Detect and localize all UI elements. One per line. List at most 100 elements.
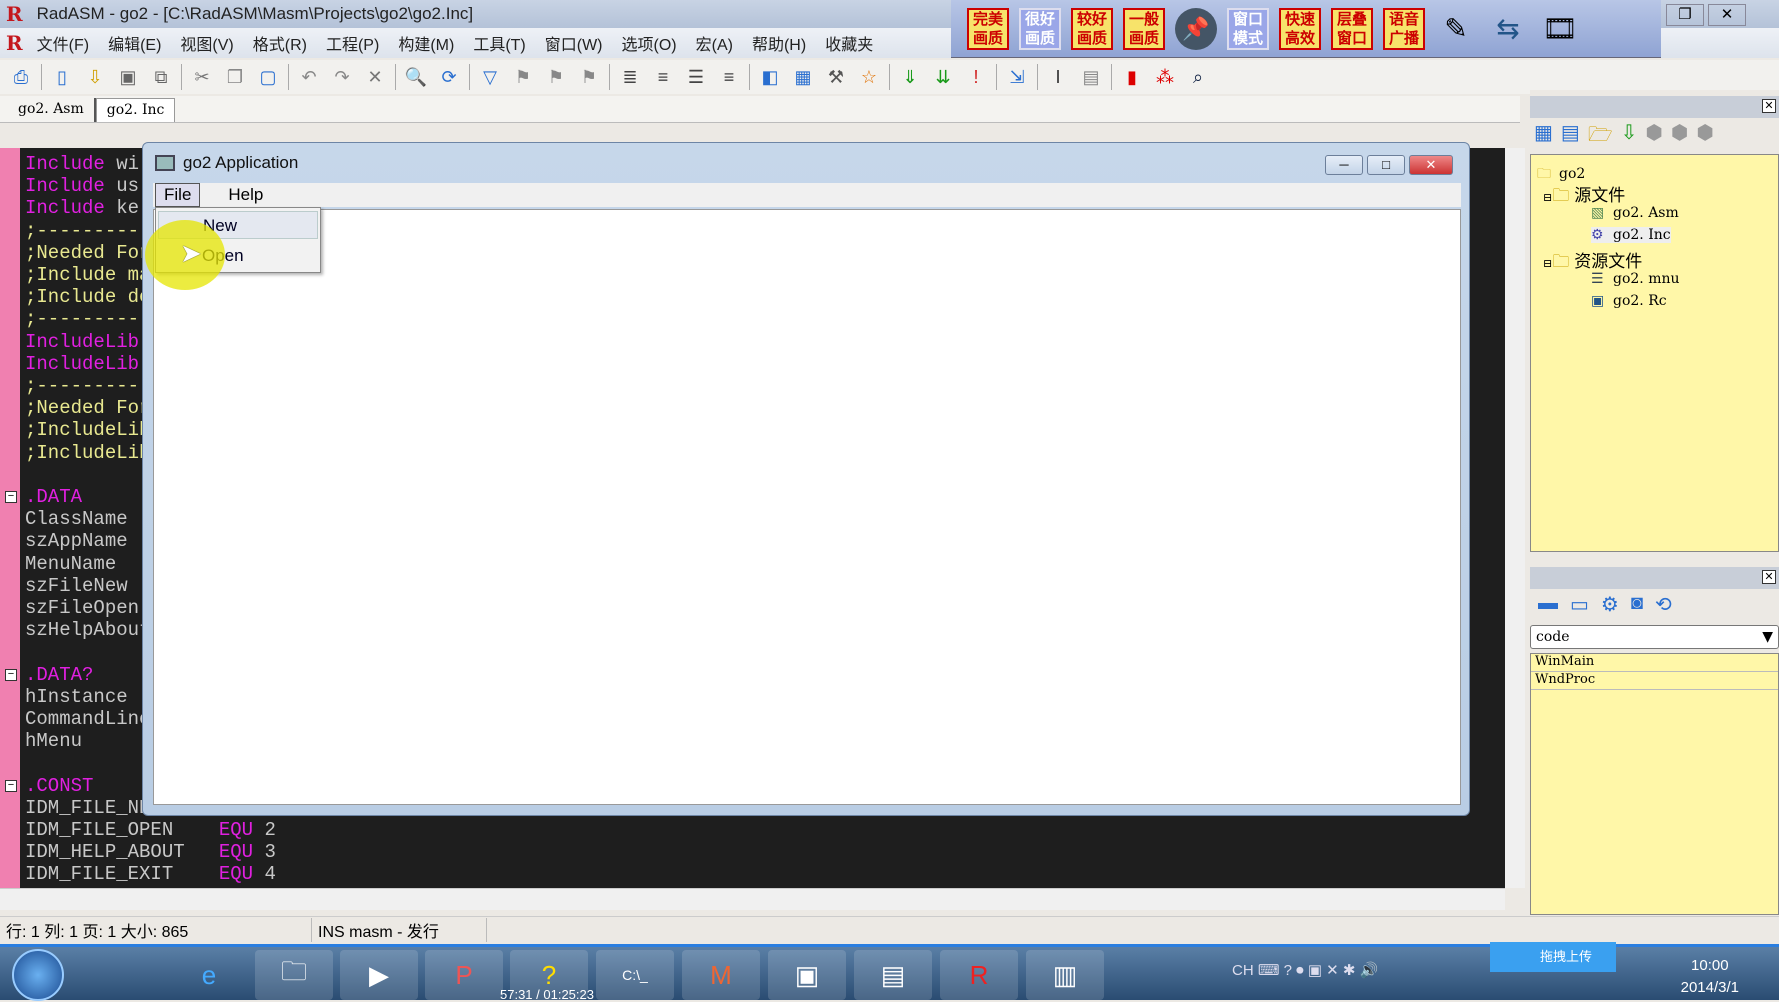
tree-file-mnu[interactable]: ☰ go2. mnu: [1591, 271, 1680, 287]
project-view-icon[interactable]: ▦: [790, 64, 816, 90]
list-item[interactable]: WndProc: [1531, 672, 1778, 690]
redo-icon[interactable]: ↷: [329, 64, 355, 90]
prop-view3-icon[interactable]: ⚙: [1601, 592, 1619, 617]
color-dots-icon[interactable]: ⁂: [1152, 64, 1178, 90]
move2-icon[interactable]: ⬢: [1696, 120, 1713, 154]
editor-vertical-scrollbar[interactable]: [1505, 148, 1525, 888]
undo-icon[interactable]: ↶: [296, 64, 322, 90]
pin-icon[interactable]: 📌: [1175, 7, 1217, 50]
app2-task-icon[interactable]: ▤: [854, 950, 932, 1000]
run-icon[interactable]: !: [963, 64, 989, 90]
media-player-icon[interactable]: ▶: [340, 950, 418, 1000]
file-view-icon[interactable]: ▦: [1534, 120, 1553, 154]
menu-format[interactable]: 格式(R): [253, 31, 307, 55]
tab-go2-inc[interactable]: go2. Inc: [95, 98, 176, 122]
close-properties-panel-icon[interactable]: ✕: [1762, 570, 1776, 584]
tools-icon[interactable]: ⚒: [823, 64, 849, 90]
new-icon[interactable]: ▯: [49, 64, 75, 90]
editor-horizontal-scrollbar[interactable]: [0, 888, 1505, 910]
menu-edit[interactable]: 编辑(E): [108, 31, 161, 55]
properties-type-select[interactable]: code ▼: [1530, 625, 1779, 649]
list-view-icon[interactable]: ▤: [1561, 120, 1580, 154]
app-task-icon[interactable]: ▣: [768, 950, 846, 1000]
color-bars-icon[interactable]: ▮: [1119, 64, 1145, 90]
app-menu-help[interactable]: Help: [220, 184, 271, 206]
indent-icon[interactable]: ≣: [617, 64, 643, 90]
language-indicator[interactable]: CH: [1232, 962, 1254, 979]
tree-file-inc[interactable]: ⚙ go2. Inc: [1591, 227, 1671, 243]
upload-button[interactable]: 拖拽上传: [1490, 942, 1616, 972]
menu-window[interactable]: 窗口(W): [545, 31, 603, 55]
replace-icon[interactable]: ⟳: [436, 64, 462, 90]
move-icon[interactable]: ⬢: [1671, 120, 1688, 154]
build-icon[interactable]: ⇓: [897, 64, 923, 90]
folder-open-icon[interactable]: 🗁: [1588, 120, 1613, 154]
menu-favorites[interactable]: 收藏夹: [825, 31, 873, 55]
outdent-icon[interactable]: ≡: [650, 64, 676, 90]
bookmark-next-icon[interactable]: ⚑: [510, 64, 536, 90]
fold-toggle-icon[interactable]: −: [5, 668, 17, 681]
export-icon[interactable]: ⇲: [1004, 64, 1030, 90]
pen-icon[interactable]: ✎: [1435, 8, 1477, 50]
quality-normal-button[interactable]: 一般画质: [1123, 7, 1165, 50]
tab-go2-asm[interactable]: go2. Asm: [8, 98, 96, 122]
maximize-button[interactable]: □: [1367, 155, 1405, 175]
open-icon[interactable]: ⇩: [82, 64, 108, 90]
properties-icon[interactable]: ◧: [757, 64, 783, 90]
menu-view[interactable]: 视图(V): [180, 31, 233, 55]
fold-toggle-icon[interactable]: −: [5, 491, 17, 503]
tree-file-asm[interactable]: ▧ go2. Asm: [1591, 205, 1679, 221]
uncomment-icon[interactable]: ≡: [716, 64, 742, 90]
delete-icon[interactable]: ✕: [362, 64, 388, 90]
menu-tools[interactable]: 工具(T): [473, 31, 525, 55]
prop-refresh-icon[interactable]: ⟲: [1655, 592, 1672, 617]
notepad-icon[interactable]: ▤: [1078, 64, 1104, 90]
bookmark-icon[interactable]: ▽: [477, 64, 503, 90]
powerpoint-icon[interactable]: P: [425, 950, 503, 1000]
start-button[interactable]: [12, 949, 64, 1001]
bookmark-clear-icon[interactable]: ⚑: [576, 64, 602, 90]
quality-good-button[interactable]: 较好画质: [1071, 7, 1113, 50]
window-task-icon[interactable]: ▥: [1026, 950, 1104, 1000]
copy-icon[interactable]: ❐: [222, 64, 248, 90]
cascade-window-button[interactable]: 层叠窗口: [1331, 7, 1373, 50]
find-icon[interactable]: 🔍: [403, 64, 429, 90]
prop-view1-icon[interactable]: ▬: [1538, 592, 1558, 617]
comment-icon[interactable]: ☰: [683, 64, 709, 90]
minimize-button[interactable]: ─: [1325, 155, 1363, 175]
menu-options[interactable]: 选项(O): [622, 31, 677, 55]
cut-icon[interactable]: ✂: [189, 64, 215, 90]
radasm-task-icon[interactable]: R: [940, 950, 1018, 1000]
favorite-icon[interactable]: ☆: [856, 64, 882, 90]
add-file-icon[interactable]: ⇩: [1621, 120, 1638, 154]
restore-icon[interactable]: ❐: [1666, 4, 1704, 26]
window-mode-button[interactable]: 窗口模式: [1227, 7, 1269, 50]
close-project-panel-icon[interactable]: ✕: [1762, 99, 1776, 113]
go-icon[interactable]: ⇊: [930, 64, 956, 90]
radasm-menu-icon[interactable]: R: [6, 31, 23, 55]
remove-icon[interactable]: ⬢: [1645, 120, 1662, 154]
prop-view4-icon[interactable]: ◙: [1631, 592, 1643, 617]
quality-very-good-button[interactable]: 很好画质: [1019, 7, 1061, 50]
film-icon[interactable]: 🎞: [1539, 8, 1581, 50]
save-all-icon[interactable]: ⧉: [148, 64, 174, 90]
prop-view2-icon[interactable]: ▭: [1570, 592, 1589, 617]
app-menu-file[interactable]: File: [155, 183, 201, 207]
paste-icon[interactable]: ▢: [255, 64, 281, 90]
print-icon[interactable]: ⎙: [8, 64, 34, 90]
quality-perfect-button[interactable]: 完美画质: [967, 7, 1009, 50]
save-icon[interactable]: ▣: [115, 64, 141, 90]
list-item[interactable]: WinMain: [1531, 654, 1778, 672]
voice-broadcast-button[interactable]: 语音广播: [1383, 7, 1425, 50]
tree-file-rc[interactable]: ▣ go2. Rc: [1591, 293, 1667, 309]
close-icon[interactable]: ✕: [1708, 4, 1746, 26]
ie-icon[interactable]: e: [170, 950, 248, 1000]
menu-file[interactable]: 文件(F): [37, 31, 89, 55]
bookmark-prev-icon[interactable]: ⚑: [543, 64, 569, 90]
office-icon[interactable]: M: [682, 950, 760, 1000]
screens-icon[interactable]: ⇆: [1487, 8, 1529, 50]
text-cursor-icon[interactable]: I: [1045, 64, 1071, 90]
menu-project[interactable]: 工程(P): [326, 31, 379, 55]
clock[interactable]: 10:00 2014/3/1: [1681, 955, 1739, 999]
explorer-icon[interactable]: 🗀: [255, 950, 333, 1000]
